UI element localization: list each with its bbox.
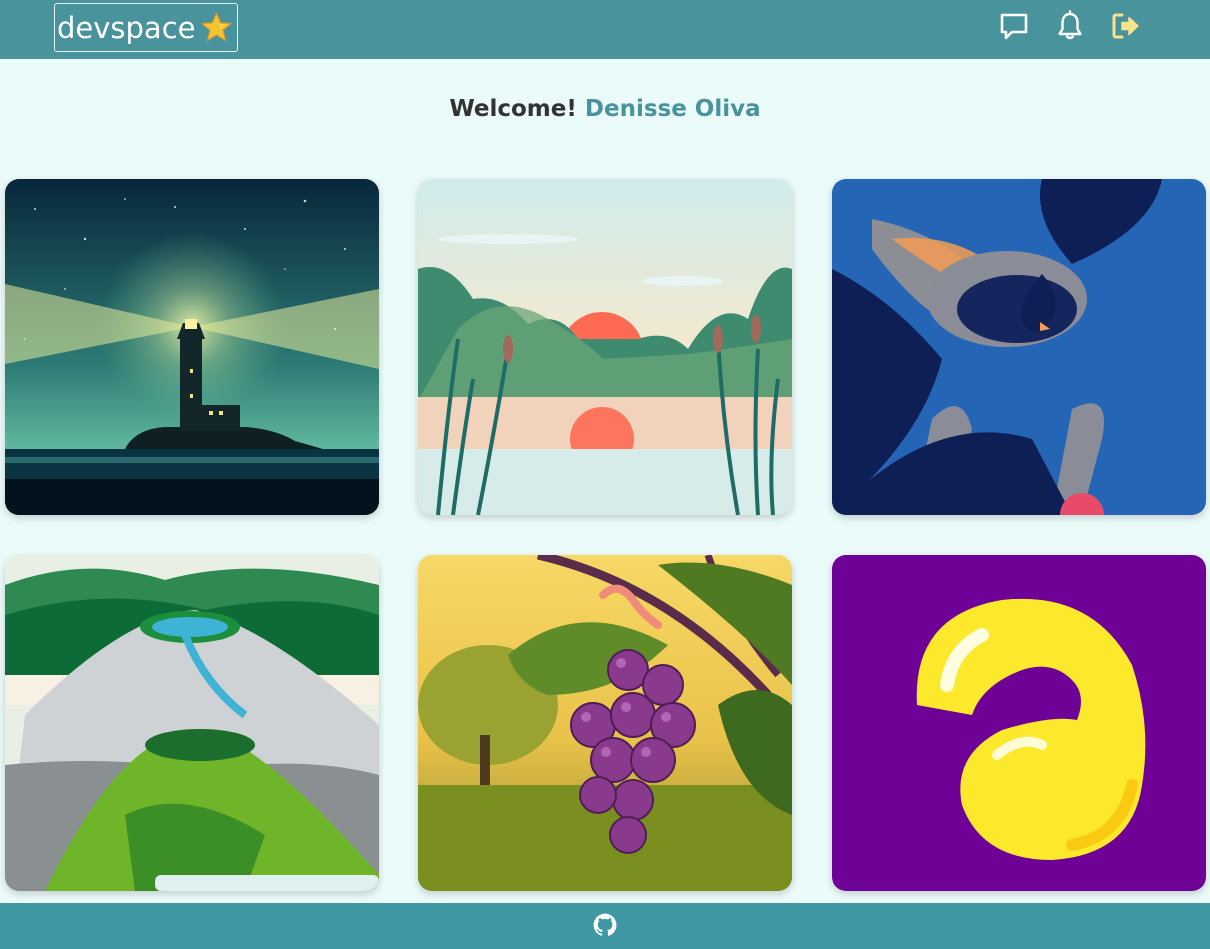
brand-name: devspace — [57, 10, 196, 45]
top-navbar: devspace — [0, 0, 1210, 59]
bell-icon[interactable] — [1054, 10, 1086, 42]
star-icon — [200, 11, 233, 44]
bird-illustration[interactable] — [832, 179, 1206, 515]
brand-logo[interactable]: devspace — [54, 3, 238, 52]
github-icon[interactable] — [592, 912, 618, 938]
sunset-lake-illustration[interactable] — [418, 179, 792, 515]
welcome-heading: Welcome! Denisse Oliva — [0, 96, 1210, 122]
volcano-illustration[interactable] — [5, 555, 379, 891]
welcome-user-name: Denisse Oliva — [584, 96, 761, 122]
chat-icon[interactable] — [998, 10, 1030, 42]
logout-icon[interactable] — [1110, 10, 1142, 42]
lighthouse-illustration[interactable] — [5, 179, 379, 515]
grapes-illustration[interactable] — [418, 555, 792, 891]
welcome-greeting: Welcome! — [449, 96, 577, 122]
yellow-shape-illustration[interactable] — [832, 555, 1206, 891]
